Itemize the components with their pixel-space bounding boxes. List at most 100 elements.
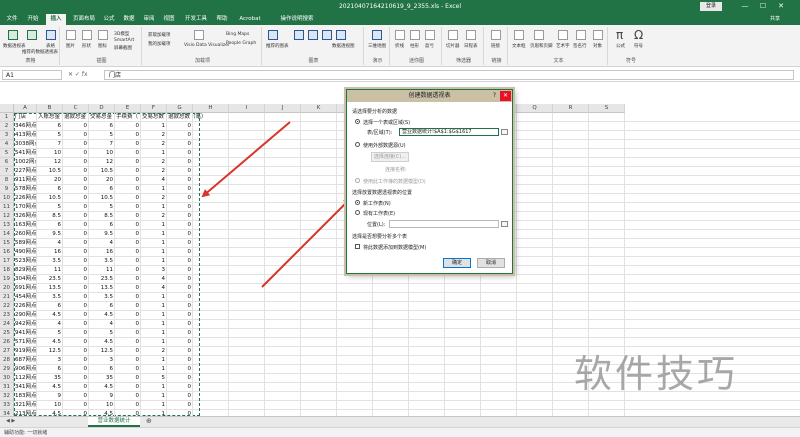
column-header-d[interactable]: D	[89, 104, 115, 113]
name-box[interactable]: A1	[2, 70, 62, 80]
row-header[interactable]: 9	[0, 185, 14, 194]
cell[interactable]: 589网点	[14, 239, 37, 248]
cell[interactable]: 1	[141, 356, 167, 365]
radio-new-worksheet[interactable]	[355, 200, 360, 205]
cell[interactable]: 5	[37, 329, 63, 338]
cell[interactable]: 4	[89, 320, 115, 329]
recommended-pivot-icon[interactable]	[27, 30, 37, 40]
header-footer-icon[interactable]	[534, 30, 544, 40]
cell[interactable]: 919网点	[14, 347, 37, 356]
column-header-s[interactable]: S	[589, 104, 625, 113]
get-addins-button[interactable]: 获取加载项	[148, 32, 171, 38]
formula-input[interactable]: 门店	[104, 70, 794, 80]
bing-maps-button[interactable]: Bing Maps	[226, 32, 249, 37]
row-header[interactable]: 11	[0, 203, 14, 212]
cell[interactable]: 346网点	[14, 122, 37, 131]
row-header[interactable]: 10	[0, 194, 14, 203]
cell[interactable]: 0	[167, 293, 193, 302]
cell[interactable]: 226网点	[14, 194, 37, 203]
cell[interactable]: 6	[89, 185, 115, 194]
cell[interactable]: 1	[141, 302, 167, 311]
cell[interactable]: 0	[63, 239, 89, 248]
cell[interactable]: 0	[167, 365, 193, 374]
row-header[interactable]: 19	[0, 275, 14, 284]
cell[interactable]: 170网点	[14, 203, 37, 212]
table-icon[interactable]	[46, 30, 56, 40]
cell[interactable]: 0	[63, 392, 89, 401]
cell[interactable]: 5	[89, 131, 115, 140]
row-header[interactable]: 4	[0, 140, 14, 149]
cell[interactable]: 0	[63, 284, 89, 293]
tab-formulas[interactable]: 公式	[102, 14, 116, 25]
column-header-i[interactable]: I	[229, 104, 265, 113]
cell[interactable]: 0	[63, 212, 89, 221]
row-header[interactable]: 21	[0, 293, 14, 302]
cell[interactable]: 0	[63, 221, 89, 230]
cell[interactable]: 9.5	[37, 230, 63, 239]
column-header-b[interactable]: B	[37, 104, 63, 113]
cell[interactable]: 1	[141, 230, 167, 239]
row-header[interactable]: 20	[0, 284, 14, 293]
cell[interactable]: 2	[141, 158, 167, 167]
cell[interactable]: 0	[167, 257, 193, 266]
cell[interactable]: 2	[141, 167, 167, 176]
cell[interactable]: 0	[63, 347, 89, 356]
cell[interactable]: 10.5	[37, 194, 63, 203]
cell[interactable]: 578网点	[14, 185, 37, 194]
cell[interactable]: 0	[63, 302, 89, 311]
cell[interactable]: 0	[115, 140, 141, 149]
row-header[interactable]: 16	[0, 248, 14, 257]
cell[interactable]: 9.5	[89, 230, 115, 239]
tab-developer[interactable]: 开发工具	[182, 14, 210, 25]
cell[interactable]: 5	[141, 374, 167, 383]
add-to-data-model-checkbox[interactable]	[355, 244, 360, 249]
cell[interactable]: 4	[89, 239, 115, 248]
cell[interactable]: 1	[141, 122, 167, 131]
cell[interactable]: 10	[89, 401, 115, 410]
cell[interactable]: 4.5	[89, 338, 115, 347]
cell[interactable]: 35	[37, 374, 63, 383]
cell[interactable]: 6	[37, 365, 63, 374]
cell[interactable]: 1	[141, 203, 167, 212]
cell[interactable]: 4	[37, 239, 63, 248]
cell[interactable]: 1	[141, 320, 167, 329]
cell[interactable]: 691网点	[14, 284, 37, 293]
cell[interactable]: 1	[141, 311, 167, 320]
cell[interactable]: 0	[167, 356, 193, 365]
dialog-close-icon[interactable]: ✕	[500, 91, 511, 101]
cell[interactable]: 手续费（	[115, 113, 141, 122]
cell[interactable]: 3.5	[37, 293, 63, 302]
cell[interactable]: 0	[115, 293, 141, 302]
cell[interactable]: 0	[167, 248, 193, 257]
radio-existing-worksheet[interactable]	[355, 210, 360, 215]
cell[interactable]: 8.5	[89, 212, 115, 221]
cell[interactable]: 0	[63, 320, 89, 329]
link-icon[interactable]	[491, 30, 501, 40]
cell[interactable]: 0	[115, 212, 141, 221]
cell[interactable]: 0	[115, 356, 141, 365]
cell[interactable]: 10	[37, 401, 63, 410]
cell[interactable]: 906网点	[14, 365, 37, 374]
row-header[interactable]: 27	[0, 347, 14, 356]
cell[interactable]: 交易总金	[89, 113, 115, 122]
cell[interactable]: 0	[63, 257, 89, 266]
radio-select-table[interactable]	[355, 119, 360, 124]
cell[interactable]: 4.5	[89, 311, 115, 320]
ok-button[interactable]: 确定	[443, 258, 471, 268]
maximize-icon[interactable]: ☐	[756, 1, 770, 12]
cell[interactable]: 7	[89, 140, 115, 149]
cell[interactable]: 3	[141, 266, 167, 275]
cell[interactable]: 0	[115, 383, 141, 392]
cell[interactable]: 6	[89, 122, 115, 131]
cell[interactable]: 1	[141, 293, 167, 302]
cell[interactable]: 1	[141, 401, 167, 410]
cell[interactable]: 6	[89, 221, 115, 230]
cell[interactable]: 0	[63, 338, 89, 347]
tab-file[interactable]: 文件	[4, 14, 20, 25]
cell[interactable]: 9	[89, 392, 115, 401]
cell[interactable]: 0	[63, 131, 89, 140]
row-header[interactable]: 31	[0, 383, 14, 392]
cell[interactable]: 0	[115, 311, 141, 320]
cell[interactable]: 退款总金	[63, 113, 89, 122]
cancel-button[interactable]: 取消	[477, 258, 505, 268]
